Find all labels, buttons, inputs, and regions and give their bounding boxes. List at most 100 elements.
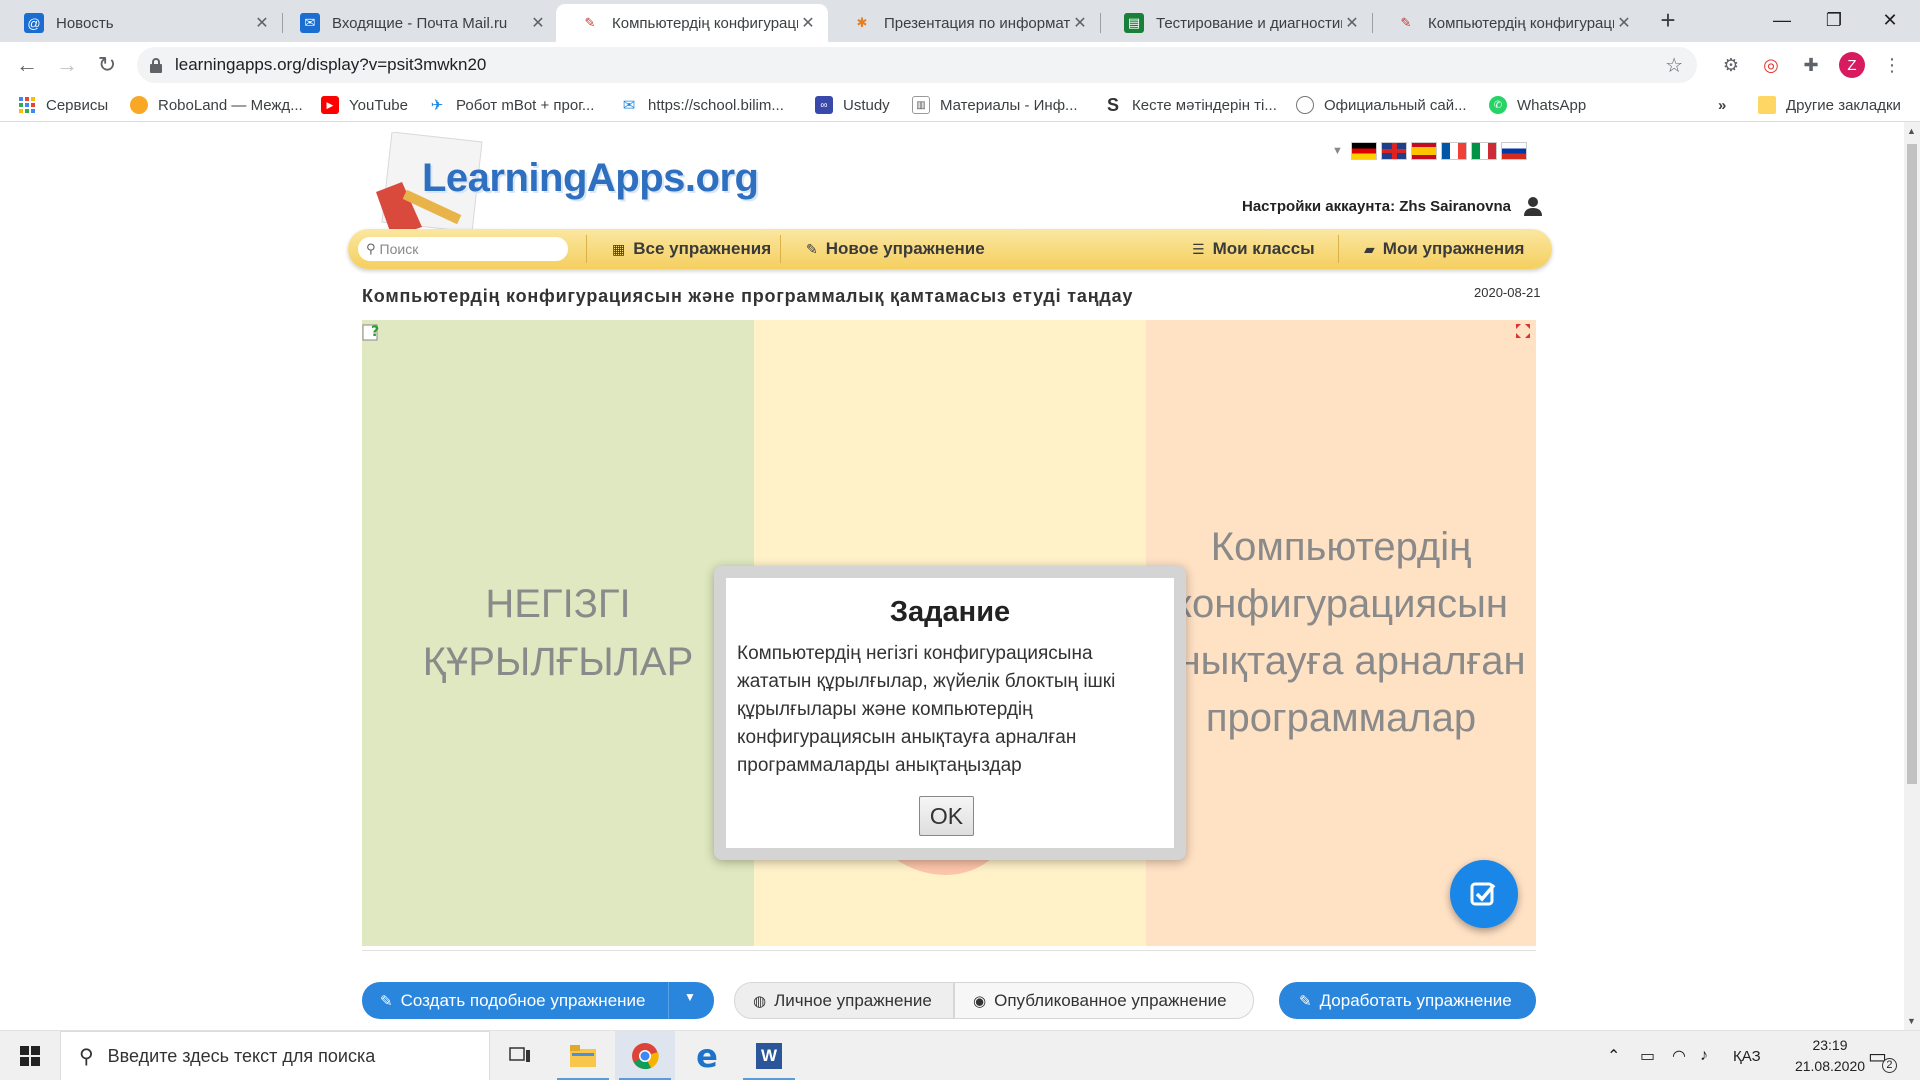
bookmark-table-texts[interactable]: S Кесте мәтіндерін ті... (1104, 94, 1277, 116)
browser-tab[interactable]: ✎ Компьютердің конфигурацио ✕ (1372, 4, 1644, 42)
chevron-down-icon[interactable]: ▼ (684, 990, 696, 1004)
profile-avatar[interactable]: Z (1838, 51, 1866, 79)
nav-all-exercises[interactable]: ▦ Все упражнения (612, 229, 771, 269)
browser-tab[interactable]: ▤ Тестирование и диагностика ✕ (1100, 4, 1372, 42)
minimize-icon[interactable]: — (1754, 0, 1810, 40)
account-settings[interactable]: Настройки аккаунта: Zhs Sairanovna (1242, 196, 1543, 216)
other-bookmarks[interactable]: Другие закладки (1758, 94, 1901, 116)
clock[interactable]: 23:19 21.08.2020 (1780, 1035, 1880, 1077)
forward-arrow-icon[interactable]: → (52, 50, 82, 80)
browser-tab[interactable]: ✱ Презентация по информатике ✕ (828, 4, 1100, 42)
ok-button[interactable]: OK (919, 796, 974, 836)
improve-exercise-button[interactable]: ✎ Доработать упражнение (1279, 982, 1536, 1019)
chrome-icon[interactable] (615, 1031, 675, 1080)
back-arrow-icon[interactable]: ← (12, 50, 42, 80)
help-icon[interactable]: ? (362, 322, 384, 342)
school-icon: ✉ (622, 97, 636, 114)
close-tab-icon[interactable]: ✕ (1614, 13, 1634, 33)
bookmark-apps[interactable]: Сервисы (18, 94, 108, 116)
russian-flag-icon[interactable] (1500, 142, 1527, 160)
more-bookmarks-icon[interactable]: » (1718, 94, 1726, 116)
reload-icon[interactable]: ↻ (92, 50, 122, 80)
close-tab-icon[interactable]: ✕ (252, 13, 272, 33)
page-content: LearningApps.org ▼ Настройки аккаунта: Z… (0, 122, 1904, 1030)
scroll-up-icon[interactable]: ▲ (1907, 126, 1916, 136)
svg-text:?: ? (371, 324, 379, 340)
check-answer-button[interactable] (1450, 860, 1518, 928)
file-explorer-icon[interactable] (553, 1031, 613, 1080)
scrollbar-thumb[interactable] (1907, 144, 1917, 784)
task-view-icon[interactable] (490, 1031, 550, 1080)
german-flag-icon[interactable] (1350, 142, 1377, 160)
spanish-flag-icon[interactable] (1410, 142, 1437, 160)
close-window-icon[interactable]: ✕ (1862, 0, 1918, 40)
volume-icon[interactable]: ♪ (1700, 1031, 1708, 1080)
uk-flag-icon[interactable] (1380, 142, 1407, 160)
bookmark-ustudy[interactable]: ∞ Ustudy (815, 94, 890, 116)
bookmark-label: YouTube (349, 96, 408, 114)
nav-my-classes[interactable]: ☰ Мои классы (1192, 229, 1315, 269)
globe-icon (1296, 96, 1314, 114)
new-tab-icon[interactable]: + (1655, 7, 1681, 34)
address-bar[interactable]: learningapps.org/display?v=psit3mwkn20 ☆ (137, 47, 1697, 83)
close-tab-icon[interactable]: ✕ (1342, 13, 1362, 33)
french-flag-icon[interactable] (1440, 142, 1467, 160)
apps-grid-icon (18, 96, 36, 114)
nav-my-exercises[interactable]: ▰ Мои упражнения (1364, 229, 1524, 269)
edge-icon[interactable]: e (677, 1031, 737, 1080)
target-extension-icon[interactable]: ◎ (1757, 51, 1785, 79)
word-icon[interactable]: W (739, 1031, 799, 1080)
bookmark-label: Кесте мәтіндерін ті... (1132, 96, 1277, 114)
ustudy-icon: ∞ (815, 96, 833, 114)
create-similar-button[interactable]: ✎ Создать подобное упражнение ▼ (362, 982, 714, 1019)
bookmark-mbot[interactable]: ✈ Робот mBot + прог... (428, 94, 595, 116)
page-scrollbar[interactable]: ▲ ▼ (1904, 122, 1920, 1030)
profile-initial: Z (1839, 52, 1865, 78)
exercise-date: 2020-08-21 (1474, 285, 1541, 300)
category-column-devices[interactable]: НЕГІЗГІ ҚҰРЫЛҒЫЛАР (362, 320, 754, 946)
learningapps-icon: ✎ (584, 15, 596, 30)
bookmark-materials[interactable]: ▥ Материалы - Инф... (912, 94, 1078, 116)
close-tab-icon[interactable]: ✕ (1070, 13, 1090, 33)
clock-time: 23:19 (1812, 1037, 1848, 1053)
private-exercise-toggle[interactable]: ◍ Личное упражнение (734, 982, 954, 1019)
pencil-icon: ✎ (1299, 992, 1312, 1010)
bookmark-star-icon[interactable]: ☆ (1665, 53, 1683, 78)
bookmark-official-site[interactable]: Официальный сай... (1296, 94, 1467, 116)
tray-chevron-up-icon[interactable]: ⌃ (1607, 1031, 1620, 1080)
bookmark-roboland[interactable]: RoboLand — Межд... (130, 94, 303, 116)
nav-new-exercise[interactable]: ✎ Новое упражнение (806, 229, 985, 269)
italian-flag-icon[interactable] (1470, 142, 1497, 160)
scroll-down-icon[interactable]: ▼ (1907, 1016, 1916, 1026)
bookmarks-bar: Сервисы RoboLand — Межд... ▶ YouTube ✈ Р… (0, 88, 1920, 122)
bookmark-school[interactable]: ✉ https://school.bilim... (620, 94, 784, 116)
language-indicator[interactable]: ҚАЗ (1733, 1031, 1761, 1080)
browser-tab[interactable]: @ Новость ✕ (0, 4, 282, 42)
close-tab-icon[interactable]: ✕ (798, 13, 818, 33)
bookmark-whatsapp[interactable]: ✆ WhatsApp (1489, 94, 1586, 116)
browser-tab[interactable]: ✉ Входящие - Почта Mail.ru ✕ (276, 4, 558, 42)
search-input[interactable]: ⚲ Поиск (358, 237, 568, 261)
battery-icon[interactable]: ▭ (1640, 1031, 1655, 1080)
fullscreen-icon[interactable] (1516, 324, 1530, 338)
taskbar-search-input[interactable]: ⚲ Введите здесь текст для поиска (60, 1031, 490, 1080)
nav-label: Все упражнения (633, 239, 772, 258)
extension-icon[interactable]: ⚙ (1717, 51, 1745, 79)
nav-label: Новое упражнение (825, 239, 985, 258)
mail-ru-icon: @ (24, 13, 44, 33)
bookmark-youtube[interactable]: ▶ YouTube (321, 94, 408, 116)
bookmark-label: Материалы - Инф... (940, 96, 1078, 114)
browser-tab-active[interactable]: ✎ Компьютердің конфигурацио ✕ (556, 4, 828, 42)
close-tab-icon[interactable]: ✕ (528, 13, 548, 33)
published-exercise-toggle[interactable]: ◉ Опубликованное упражнение (954, 982, 1254, 1019)
menu-dots-icon[interactable]: ⋮ (1878, 51, 1906, 79)
puzzle-extensions-icon[interactable]: ✚ (1797, 51, 1825, 79)
bookmark-label: RoboLand — Межд... (158, 96, 303, 114)
windows-start-icon[interactable] (0, 1031, 60, 1080)
notifications-icon[interactable]: ▭ 2 (1868, 1031, 1897, 1080)
wifi-icon[interactable]: ◠ (1672, 1031, 1686, 1080)
restore-icon[interactable]: ❐ (1806, 0, 1862, 40)
language-dropdown-icon[interactable]: ▼ (1332, 145, 1343, 157)
bookmark-label: Робот mBot + прог... (456, 96, 595, 114)
category-column-programs[interactable]: Компьютердің конфигурациясын анықтауға а… (1146, 320, 1536, 946)
